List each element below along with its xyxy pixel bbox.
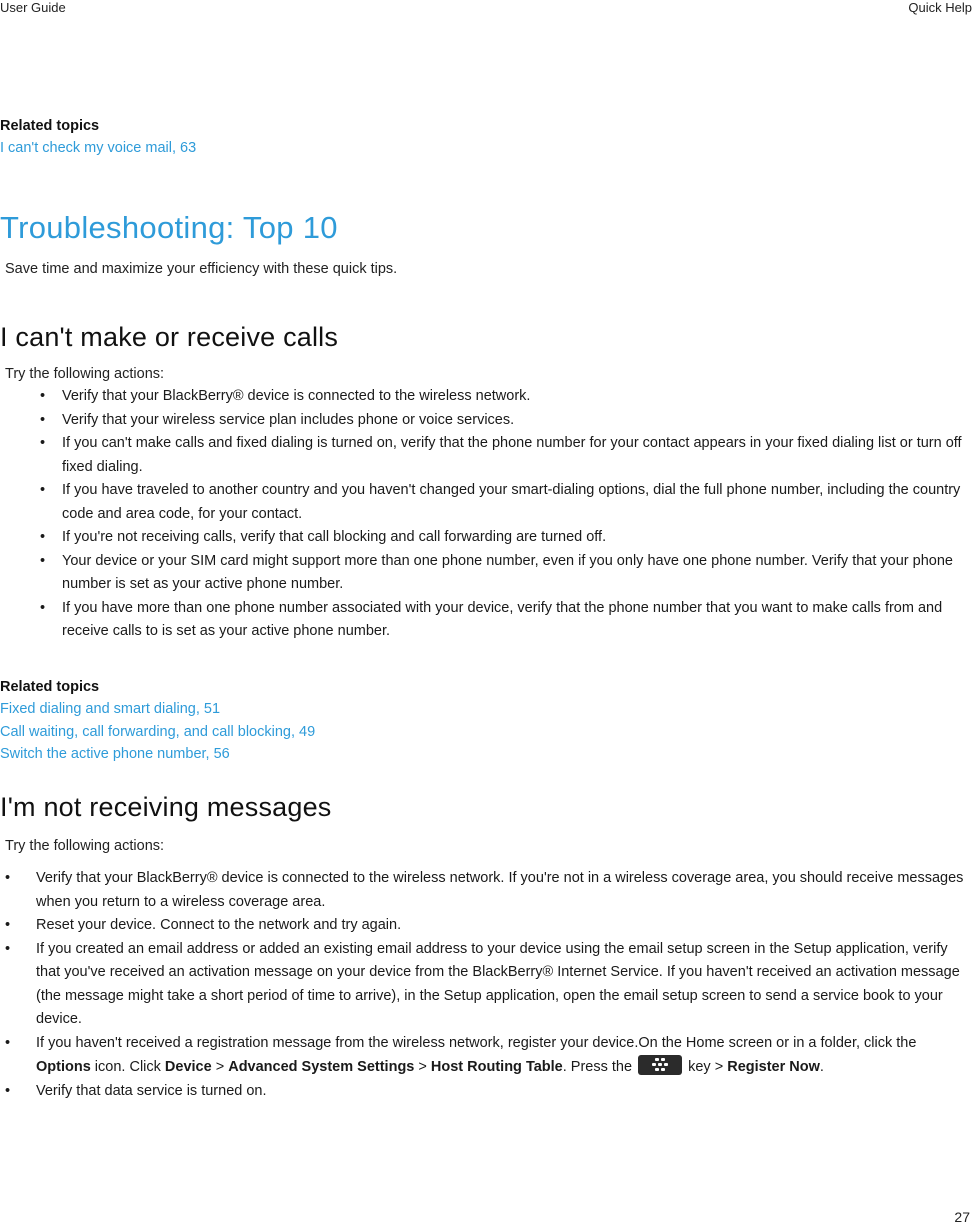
advanced-settings-label: Advanced System Settings	[228, 1059, 415, 1075]
list-item: • If you haven't received a registration …	[0, 1032, 974, 1080]
blackberry-menu-key-icon	[638, 1055, 683, 1075]
header-left: User Guide	[0, 0, 66, 15]
calls-related-topics: Related topics Fixed dialing and smart d…	[0, 676, 974, 766]
related-link[interactable]: I can't check my voice mail, 63	[0, 137, 974, 160]
page-title: Troubleshooting: Top 10	[0, 210, 338, 245]
related-topics-top: Related topics I can't check my voice ma…	[0, 115, 974, 160]
troubleshooting-section: Troubleshooting: Top 10 Save time and ma…	[0, 210, 974, 280]
register-now-label: Register Now	[727, 1059, 820, 1075]
bullet-icon: •	[40, 529, 46, 545]
bullet-icon: •	[5, 940, 11, 957]
calls-section: I can't make or receive calls Try the fo…	[0, 322, 974, 644]
calls-action-list: • Verify that your BlackBerry® device is …	[0, 385, 974, 644]
header-right: Quick Help	[908, 0, 972, 15]
bullet-icon: •	[40, 435, 46, 451]
list-item: • If you can't make calls and fixed diali…	[0, 432, 974, 479]
messages-section: I'm not receiving messages Try the follo…	[0, 792, 974, 1103]
bullet-icon: •	[40, 482, 46, 498]
bullet-icon: •	[40, 411, 46, 428]
bullet-icon: •	[5, 917, 11, 933]
related-link-fixed-dialing[interactable]: Fixed dialing and smart dialing, 51	[0, 698, 974, 721]
related-topics-title: Related topics	[0, 679, 100, 695]
page-number: 27	[954, 1209, 970, 1225]
bullet-icon: •	[5, 1082, 11, 1099]
list-item: • Reset your device. Connect to the netwo…	[0, 914, 974, 938]
options-label: Options	[36, 1059, 91, 1075]
related-link-call-waiting[interactable]: Call waiting, call forwarding, and call …	[0, 721, 974, 744]
list-item: • Verify that your BlackBerry® device is …	[0, 385, 974, 409]
list-item: • Verify that your wireless service plan …	[0, 409, 974, 433]
bullet-icon: •	[40, 599, 46, 616]
host-routing-label: Host Routing Table	[430, 1059, 563, 1075]
messages-action-list: • Verify that your BlackBerry® device is …	[0, 867, 974, 1103]
list-item: • If you have traveled to another country…	[0, 479, 974, 526]
list-item: • If you're not receiving calls, verify t…	[0, 526, 974, 550]
calls-heading: I can't make or receive calls	[0, 322, 339, 352]
bullet-icon: •	[40, 552, 46, 569]
device-label: Device	[164, 1059, 212, 1075]
calls-intro: Try the following actions:	[5, 366, 165, 382]
troubleshooting-intro: Save time and maximize your efficiency w…	[5, 261, 398, 277]
list-item: • If you created an email address or adde…	[0, 938, 974, 1032]
list-item: • If you have more than one phone number …	[0, 597, 974, 644]
related-topics-title: Related topics	[0, 118, 100, 134]
bullet-icon: •	[5, 870, 11, 886]
messages-intro: Try the following actions:	[5, 838, 165, 854]
bullet-icon: •	[40, 388, 46, 404]
list-item: • Your device or your SIM card might supp…	[0, 550, 974, 597]
list-item: • Verify that data service is turned on.	[0, 1080, 974, 1104]
bullet-icon: •	[5, 1034, 11, 1051]
messages-heading: I'm not receiving messages	[0, 792, 332, 822]
list-item: • Verify that your BlackBerry® device is …	[0, 867, 974, 914]
related-link-switch-number[interactable]: Switch the active phone number, 56	[0, 743, 974, 766]
